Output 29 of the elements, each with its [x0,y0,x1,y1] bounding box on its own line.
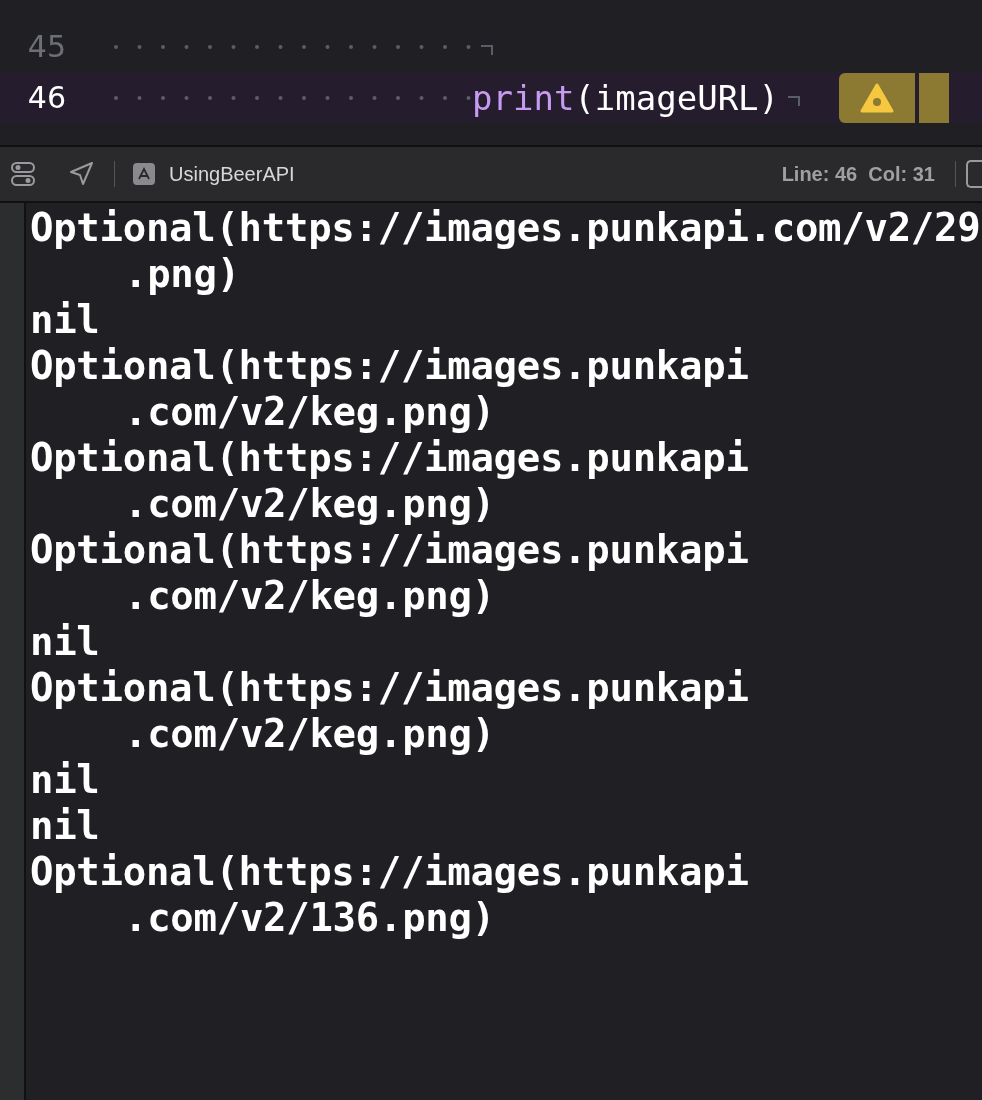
location-arrow-icon[interactable] [68,161,94,187]
console-output-line: Optional(https://images.punkapi [30,435,750,481]
app-icon [133,163,155,185]
line-number: 45 [26,29,66,64]
console-output-line: Optional(https://images.punkapi [30,665,750,711]
console-output-line: nil [30,297,101,343]
console-output-line: .com/v2/136.png) [123,895,496,941]
console-output-line: Optional(https://images.punkapi [30,527,750,573]
warning-badge-edge [919,72,950,123]
console-output-line: .png) [123,251,241,297]
console-output-line: nil [30,757,101,803]
warning-badge[interactable] [839,72,916,123]
console-output-line: .com/v2/keg.png) [123,481,496,527]
console-output-line: Optional(https://images.punkapi [30,343,750,389]
console-output-line: nil [30,803,101,849]
console-output-line: Optional(https://images.punkapi [30,849,750,895]
line-end-mark-icon [787,93,802,108]
console-output-line: .com/v2/keg.png) [123,573,496,619]
console-output-line: Optional(https://images.punkapi.com/v2/29 [30,205,982,251]
code-text: print(imageURL) [472,77,780,118]
panel-icon[interactable] [966,160,982,188]
line-end-mark-icon [480,42,494,57]
scheme-name[interactable]: UsingBeerAPI [169,162,295,186]
console-output-line: nil [30,619,101,665]
cursor-position: Line: 46 Col: 31 [781,162,935,186]
console-output-line: .com/v2/keg.png) [123,711,496,757]
toggle-icon[interactable] [10,161,36,187]
line-number: 46 [26,80,66,115]
console-output-line: .com/v2/keg.png) [123,389,496,435]
